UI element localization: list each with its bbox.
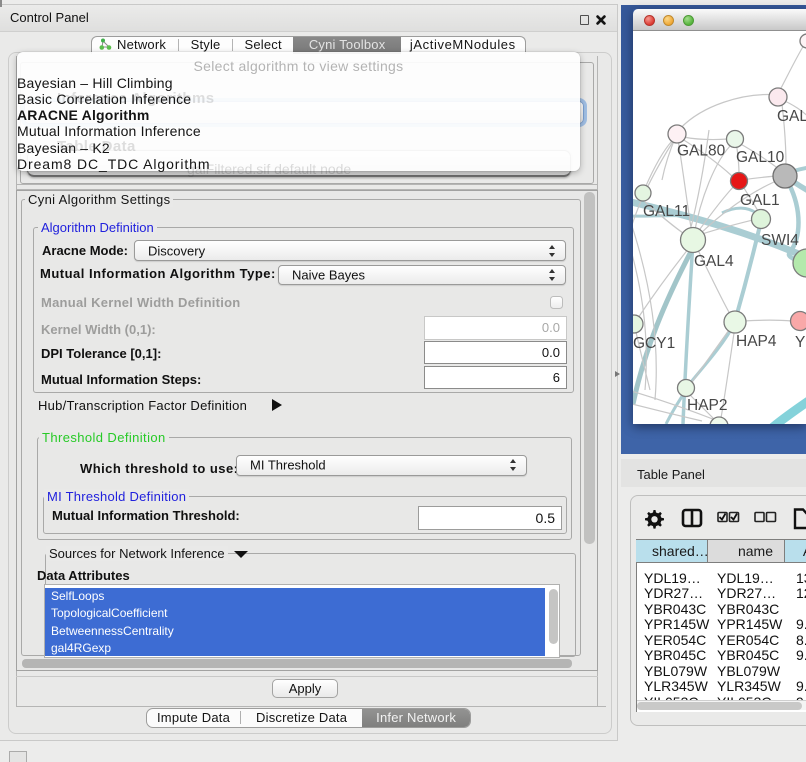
svg-text:YEL: YEL xyxy=(795,334,806,351)
svg-text:HAP2: HAP2 xyxy=(687,397,728,414)
svg-text:GCY1: GCY1 xyxy=(633,335,675,352)
svg-text:GAL11: GAL11 xyxy=(643,203,690,220)
svg-text:SWI4: SWI4 xyxy=(761,232,799,249)
svg-text:GAL10: GAL10 xyxy=(736,149,785,166)
svg-text:GAL4: GAL4 xyxy=(694,253,734,270)
svg-text:GAL80: GAL80 xyxy=(677,143,726,160)
svg-text:GAL2: GAL2 xyxy=(777,108,806,125)
svg-text:HAP4: HAP4 xyxy=(736,333,777,350)
svg-text:GAL1: GAL1 xyxy=(740,192,780,209)
